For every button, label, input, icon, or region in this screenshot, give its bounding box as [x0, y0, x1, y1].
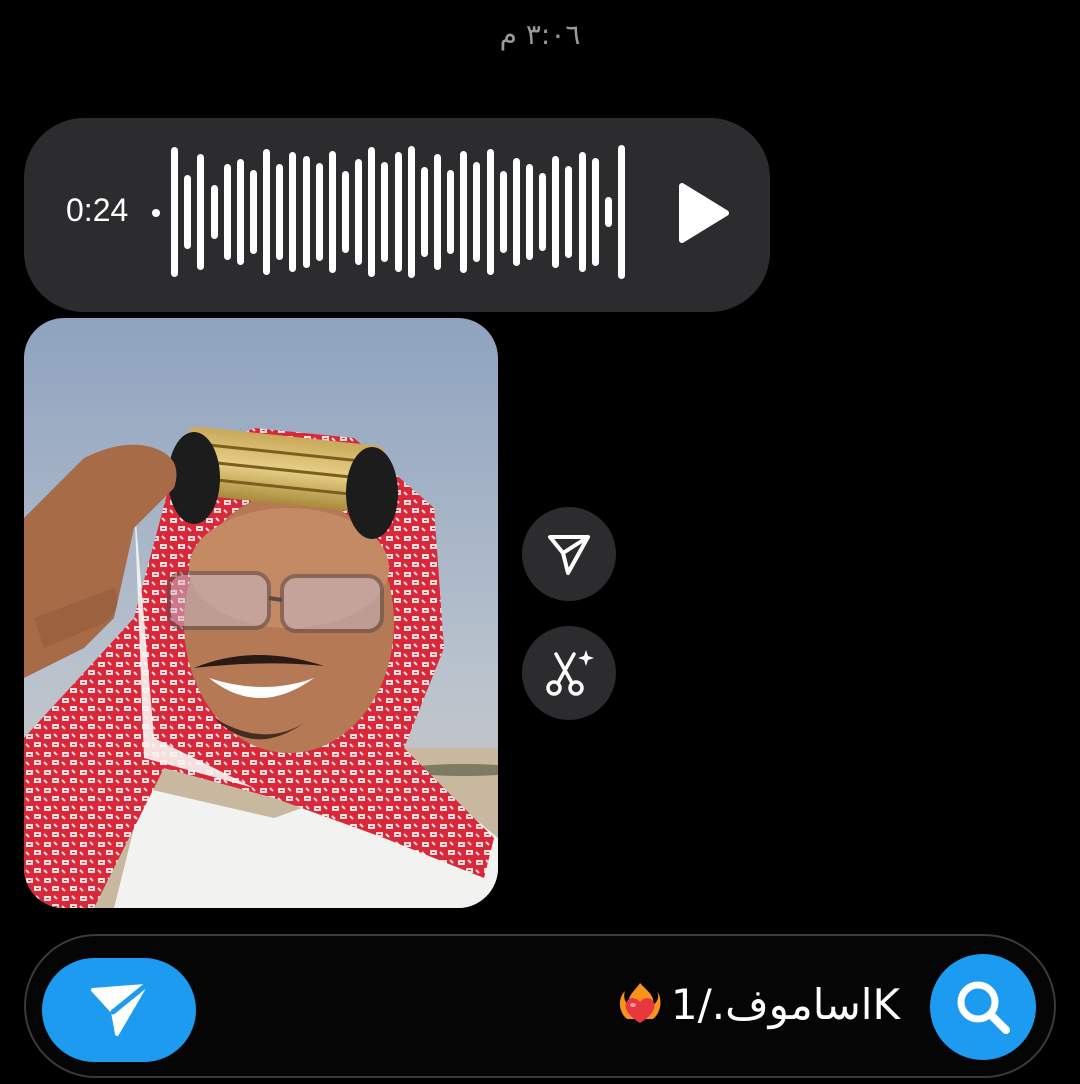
play-icon [679, 183, 729, 243]
composer-text: اساموف./1K [670, 980, 900, 1029]
waveform-bar [184, 174, 192, 250]
search-icon [957, 981, 1010, 1034]
send-icon [548, 535, 590, 575]
send-icon [91, 983, 148, 1036]
waveform-bar [539, 172, 547, 252]
waveform-bar [499, 171, 507, 253]
waveform-bar [315, 163, 323, 261]
composer-input[interactable]: اساموف./1K [617, 980, 900, 1029]
waveform-bar [591, 157, 599, 267]
waveform-bar [433, 153, 441, 271]
waveform-bar [578, 152, 586, 272]
share-button[interactable] [522, 507, 616, 601]
search-button[interactable] [930, 954, 1036, 1060]
waveform-bar [289, 152, 297, 272]
waveform-bar [341, 171, 349, 253]
waveform-bar [276, 164, 284, 260]
voice-separator-dot [152, 209, 160, 217]
waveform-bar [473, 161, 481, 263]
waveform-bar [552, 156, 560, 268]
waveform-bar [460, 150, 468, 274]
waveform-bar [223, 164, 231, 260]
waveform-bar [604, 197, 612, 227]
voice-duration: 0:24 [66, 192, 129, 228]
selfie-photo [24, 318, 498, 908]
waveform-bar [381, 161, 389, 263]
waveform-bar [486, 149, 494, 275]
heart-on-fire-icon [617, 981, 663, 1027]
waveform-bar [394, 152, 402, 272]
waveform-bar [525, 164, 533, 260]
waveform-bar [368, 147, 376, 277]
waveform-bar [302, 156, 310, 268]
waveform-bar [565, 165, 573, 259]
waveform-bar [171, 147, 179, 277]
waveform-bar [617, 145, 625, 279]
waveform-bar [420, 167, 428, 257]
voice-message-bubble[interactable]: 0:24 [24, 118, 770, 312]
waveform-bar [407, 146, 415, 278]
waveform-bar [236, 158, 244, 266]
waveform-bar [512, 157, 520, 267]
waveform-bar [355, 158, 363, 266]
message-composer[interactable]: اساموف./1K [24, 934, 1056, 1078]
waveform-bar [447, 169, 455, 255]
waveform-bar [263, 149, 271, 275]
waveform-bar [210, 184, 218, 240]
remix-button[interactable] [522, 626, 616, 720]
waveform-bar [249, 169, 257, 255]
photo-message[interactable] [24, 318, 498, 908]
send-button[interactable] [42, 958, 196, 1062]
waveform-bar [328, 150, 336, 274]
timestamp: ٣:٠٦ م [499, 18, 581, 51]
waveform-bar [197, 154, 205, 270]
play-button[interactable] [674, 180, 734, 246]
scissors-sparkle-icon [546, 650, 594, 696]
voice-waveform[interactable] [168, 144, 628, 280]
